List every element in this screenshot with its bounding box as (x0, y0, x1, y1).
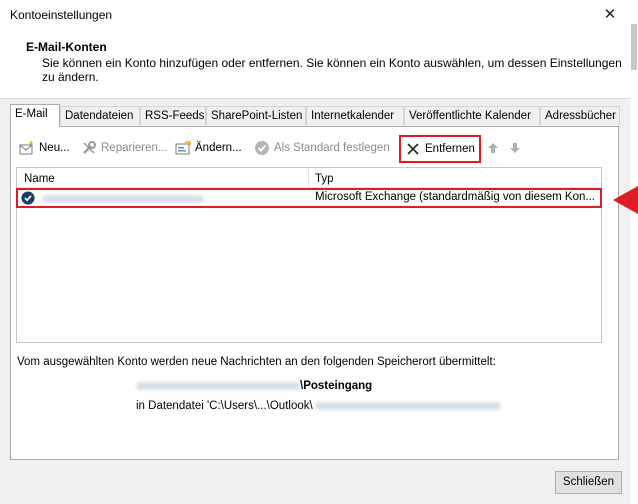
delivery-info-text: Vom ausgewählten Konto werden neue Nachr… (17, 356, 496, 368)
change-button[interactable]: Ändern... (175, 138, 242, 158)
new-button-label: Neu... (39, 142, 70, 154)
remove-button-label: Entfernen (425, 143, 475, 155)
remove-button[interactable]: Entfernen (399, 135, 481, 163)
change-button-label: Ändern... (195, 142, 242, 154)
mailbox-name-redacted (136, 382, 300, 390)
column-header-type[interactable]: Typ (315, 171, 334, 187)
checkmark-circle-icon (255, 141, 269, 155)
account-name-redacted (42, 195, 204, 203)
window-title: Kontoeinstellungen (10, 8, 113, 22)
tab-internet-calendars[interactable]: Internetkalender (306, 106, 404, 125)
delivery-folder: \Posteingang (136, 380, 372, 392)
delivery-folder-suffix: \Posteingang (300, 380, 373, 392)
set-default-button[interactable]: Als Standard festlegen (254, 138, 390, 158)
move-up-button[interactable] (485, 138, 501, 158)
tab-data-files[interactable]: Datendateien (60, 106, 140, 125)
new-button[interactable]: Neu... (19, 138, 70, 158)
repair-button[interactable]: Reparieren... (81, 138, 167, 158)
red-arrow-annotation-icon (613, 186, 638, 214)
delivery-datafile: in Datendatei 'C:\Users\...\Outlook\ (136, 400, 501, 412)
tab-published-calendars[interactable]: Veröffentlichte Kalender (404, 106, 540, 125)
arrow-down-icon (510, 143, 520, 153)
close-button[interactable]: Schließen (555, 471, 622, 494)
background-scrollbar (630, 0, 638, 504)
arrow-up-icon (488, 143, 498, 153)
background-scrollbar-thumb[interactable] (631, 24, 637, 70)
wrench-icon (83, 141, 96, 154)
list-item[interactable]: Microsoft Exchange (standardmäßig von di… (16, 188, 602, 208)
column-header-name[interactable]: Name (24, 171, 55, 187)
header-title: E-Mail-Konten (26, 40, 107, 54)
account-type: Microsoft Exchange (standardmäßig von di… (315, 191, 595, 203)
tab-strip: E-Mail Datendateien RSS-Feeds SharePoint… (10, 104, 620, 127)
new-account-icon (19, 141, 33, 155)
set-default-button-label: Als Standard festlegen (274, 142, 390, 154)
column-separator[interactable] (308, 168, 309, 187)
change-account-icon (175, 141, 191, 155)
datafile-name-redacted (314, 402, 501, 410)
default-account-check-icon (21, 191, 35, 205)
tab-rss-feeds[interactable]: RSS-Feeds (140, 106, 206, 125)
close-x-icon (407, 143, 419, 155)
tab-sharepoint-lists[interactable]: SharePoint-Listen (206, 106, 306, 125)
tab-email[interactable]: E-Mail (10, 104, 60, 127)
repair-button-label: Reparieren... (101, 142, 168, 154)
datafile-path-prefix: in Datendatei 'C:\Users\...\Outlook\ (136, 400, 313, 412)
close-icon[interactable]: ✕ (598, 4, 622, 26)
header-description: Sie können ein Konto hinzufügen oder ent… (42, 56, 622, 84)
move-down-button[interactable] (507, 138, 523, 158)
tab-address-books[interactable]: Adressbücher (540, 106, 620, 125)
